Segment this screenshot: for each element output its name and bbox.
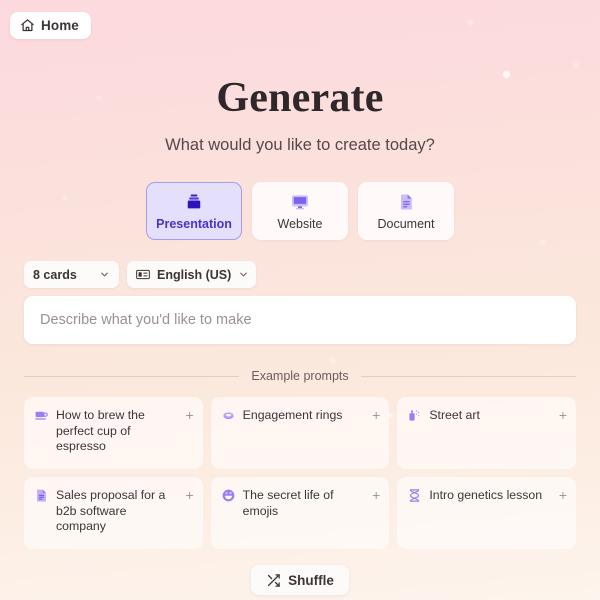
example-prompt-text: Engagement rings (242, 408, 343, 422)
divider-rule-right (360, 375, 577, 377)
type-card-website[interactable]: Website (252, 182, 348, 240)
example-prompts-divider: Example prompts (24, 369, 577, 383)
options-row: 8 cards English (US) (24, 261, 576, 288)
shuffle-button[interactable]: Shuffle (251, 565, 349, 595)
chevron-down-icon (99, 269, 110, 280)
presentation-stack-icon (184, 192, 204, 212)
example-prompt-card[interactable]: Sales proposal for a b2b software compan… (24, 477, 203, 549)
example-prompt-text: Intro genetics lesson (429, 488, 543, 502)
dna-icon (407, 488, 422, 503)
example-prompt-grid: How to brew the perfect cup of espresso … (24, 397, 576, 549)
example-prompt-text: Sales proposal for a b2b software compan… (56, 488, 166, 533)
flag-card-icon (136, 269, 150, 280)
document-file-icon (396, 192, 416, 212)
smiley-icon (221, 488, 236, 503)
example-prompt-text: How to brew the perfect cup of espresso (56, 408, 145, 453)
type-card-presentation[interactable]: Presentation (146, 182, 242, 240)
prompt-input-container[interactable] (24, 296, 576, 344)
ring-icon (221, 408, 236, 423)
page-subtitle: What would you like to create today? (165, 136, 435, 154)
type-card-label: Website (277, 216, 323, 231)
example-prompt-card[interactable]: Intro genetics lesson + (397, 477, 576, 549)
spray-can-icon (407, 408, 422, 423)
example-prompt-card[interactable]: How to brew the perfect cup of espresso … (24, 397, 203, 469)
plus-icon[interactable]: + (372, 408, 380, 422)
document-chart-icon (34, 488, 49, 503)
shuffle-button-label: Shuffle (288, 572, 334, 588)
example-prompt-card[interactable]: Engagement rings + (210, 397, 390, 469)
example-prompt-card[interactable]: Street art + (397, 397, 576, 469)
monitor-icon (290, 192, 310, 212)
prompt-input[interactable] (40, 312, 560, 328)
type-card-label: Document (377, 216, 435, 231)
chevron-down-icon (238, 269, 249, 280)
language-value: English (US) (157, 267, 232, 282)
example-prompt-text: Street art (429, 408, 480, 422)
shuffle-arrows-icon (266, 573, 281, 588)
plus-icon[interactable]: + (372, 488, 380, 502)
plus-icon[interactable]: + (185, 488, 193, 502)
card-count-select[interactable]: 8 cards (24, 261, 119, 288)
plus-icon[interactable]: + (559, 488, 567, 502)
divider-label: Example prompts (251, 369, 349, 383)
card-count-value: 8 cards (33, 267, 77, 282)
type-card-document[interactable]: Document (358, 182, 454, 240)
example-prompt-card[interactable]: The secret life of emojis + (210, 477, 390, 549)
plus-icon[interactable]: + (185, 408, 193, 422)
coffee-cup-icon (34, 408, 49, 423)
page-title: Generate (216, 75, 384, 121)
divider-rule-left (24, 375, 240, 377)
example-prompt-text: The secret life of emojis (242, 488, 334, 518)
language-select[interactable]: English (US) (127, 261, 257, 288)
generation-type-group: Presentation Website Document (146, 182, 454, 240)
type-card-label: Presentation (156, 216, 232, 231)
plus-icon[interactable]: + (559, 408, 567, 422)
